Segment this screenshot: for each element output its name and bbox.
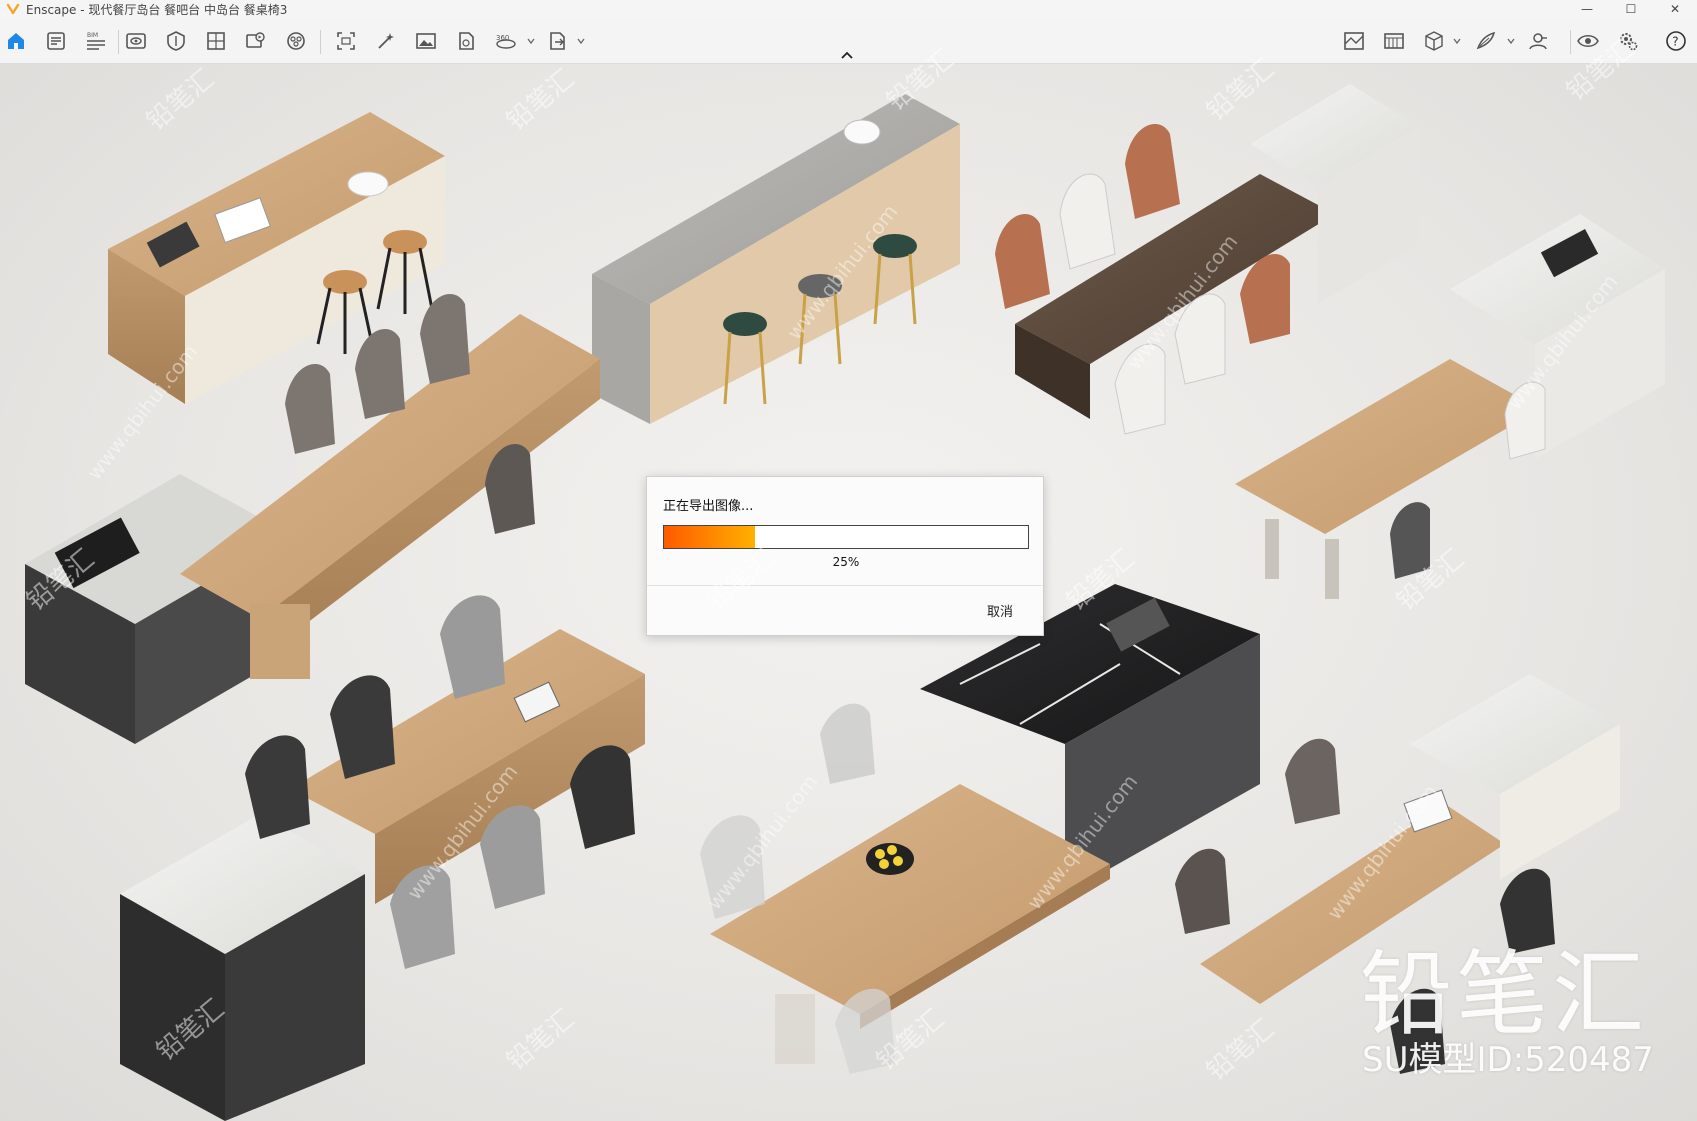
visibility-icon[interactable] <box>1576 29 1600 53</box>
settings-icon[interactable] <box>1616 29 1640 53</box>
window-title: Enscape - 现代餐厅岛台 餐吧台 中岛台 餐桌椅3 <box>26 2 288 17</box>
panorama-icon[interactable]: 360 <box>494 29 518 53</box>
marble-bar-counter <box>592 94 960 424</box>
sketch-icon[interactable] <box>1474 29 1498 53</box>
presentation-icon[interactable] <box>1526 29 1550 53</box>
chevron-down-icon[interactable] <box>526 36 536 46</box>
export-progress-bar <box>663 525 1029 549</box>
dining-table <box>710 784 1110 1064</box>
close-button[interactable]: ✕ <box>1653 0 1697 18</box>
image-icon[interactable] <box>414 29 438 53</box>
minimap-icon[interactable] <box>1382 29 1406 53</box>
vr-icon[interactable] <box>284 29 308 53</box>
progress-percentage: 25% <box>832 555 860 569</box>
dialog-divider <box>647 585 1043 586</box>
home-icon[interactable] <box>4 29 28 53</box>
material-editor-icon[interactable] <box>204 29 228 53</box>
export-progress-dialog: 正在导出图像... 25% 取消 <box>646 476 1044 636</box>
bim-label: BIM <box>87 32 98 39</box>
render-icon[interactable] <box>374 29 398 53</box>
bim-icon[interactable]: BIM <box>84 29 108 53</box>
chevron-down-icon[interactable] <box>1506 36 1516 46</box>
batch-render-icon[interactable] <box>454 29 478 53</box>
progress-fill <box>664 526 755 548</box>
window-controls: — ☐ ✕ <box>1565 0 1697 18</box>
video-editor-icon[interactable] <box>244 29 268 53</box>
assets-icon[interactable] <box>44 29 68 53</box>
maximize-button[interactable]: ☐ <box>1609 0 1653 18</box>
help-icon[interactable]: ? <box>1664 29 1688 53</box>
help-glyph: ? <box>1672 35 1678 49</box>
collapse-toolbar-chevron-up-icon[interactable] <box>838 49 856 61</box>
cube-icon[interactable] <box>1422 29 1446 53</box>
chevron-down-icon[interactable] <box>576 36 586 46</box>
visual-settings-icon[interactable] <box>164 29 188 53</box>
export-icon[interactable] <box>546 29 570 53</box>
minimize-button[interactable]: — <box>1565 0 1609 18</box>
chevron-down-icon[interactable] <box>1452 36 1462 46</box>
cancel-button[interactable]: 取消 <box>987 601 1013 620</box>
title-bar: Enscape - 现代餐厅岛台 餐吧台 中岛台 餐桌椅3 — ☐ ✕ <box>0 0 1697 18</box>
screenshot-icon[interactable] <box>334 29 358 53</box>
kitchen-island <box>1235 214 1665 599</box>
export-status-message: 正在导出图像... <box>663 499 754 514</box>
site-context-icon[interactable] <box>1342 29 1366 53</box>
enscape-logo-icon <box>6 3 20 15</box>
dining-table <box>1200 674 1620 1004</box>
view-icon[interactable] <box>124 29 148 53</box>
